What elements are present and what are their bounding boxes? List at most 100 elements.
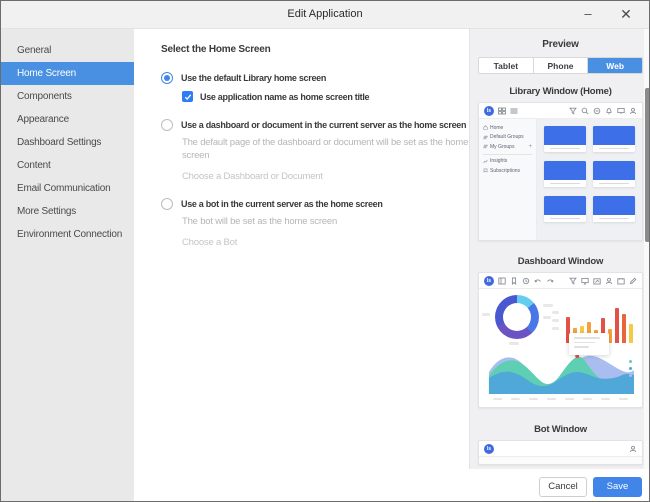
app-logo: ls: [484, 106, 494, 116]
add-group-icon: +: [528, 144, 532, 150]
settings-nav: General Home Screen Components Appearanc…: [1, 29, 134, 502]
sidebar-item-home-screen[interactable]: Home Screen: [1, 62, 134, 85]
group-icon: [483, 144, 488, 149]
undo-icon: [534, 277, 542, 285]
chart-label-placeholder: [482, 313, 490, 316]
area-legend-dots: [629, 360, 632, 377]
library-card: [593, 196, 635, 222]
radio-default-library-label[interactable]: Use the default Library home screen: [181, 73, 326, 83]
redo-icon: [546, 277, 554, 285]
sidebar-item-appearance[interactable]: Appearance: [1, 108, 134, 131]
checkbox-app-name-title-label[interactable]: Use application name as home screen titl…: [200, 92, 369, 102]
grid-view-icon: [498, 107, 506, 115]
chart-label-placeholder: [543, 316, 551, 319]
list-view-icon: [510, 107, 518, 115]
bot-preview-body: [479, 457, 642, 465]
option-bot: Use a bot in the current server as the h…: [161, 198, 469, 248]
history-icon: [522, 277, 530, 285]
close-button[interactable]: ✕: [613, 1, 639, 28]
sidebar-item-general[interactable]: General: [1, 39, 134, 62]
area-chart: [487, 346, 634, 396]
app-logo: ls: [484, 276, 494, 286]
dashboard-window-preview: ls: [478, 272, 643, 408]
panel-scrollbar-thumb[interactable]: [645, 88, 650, 242]
insights-icon: [483, 159, 488, 164]
preview-title: Preview: [470, 39, 650, 50]
page-title: Select the Home Screen: [161, 44, 469, 55]
edit-application-dialog: Edit Application – ✕ General Home Screen…: [0, 0, 650, 502]
x-axis-placeholders: [493, 398, 628, 400]
divider: [483, 154, 532, 155]
home-screen-settings: Select the Home Screen Use the default L…: [134, 29, 469, 469]
calendar-icon: [617, 277, 625, 285]
radio-bot[interactable]: [161, 198, 173, 210]
radio-default-library[interactable]: [161, 72, 173, 84]
search-icon: [581, 107, 589, 115]
dashboard-preview-charts: [479, 289, 642, 346]
bot-window-preview: ls: [478, 440, 643, 465]
library-window-label: Library Window (Home): [470, 86, 650, 97]
radio-dashboard-document[interactable]: [161, 119, 173, 131]
choose-bot-link[interactable]: Choose a Bot: [182, 237, 469, 248]
library-preview-grid: [537, 119, 642, 241]
library-nav-default-groups: Default Groups: [483, 133, 536, 143]
dashboard-preview-toolbar: ls: [479, 273, 642, 289]
option-dashboard-description: The default page of the dashboard or doc…: [182, 136, 469, 162]
cancel-button[interactable]: Cancel: [539, 477, 587, 497]
library-card: [544, 161, 586, 187]
library-card: [544, 196, 586, 222]
option-bot-description: The bot will be set as the home screen: [182, 215, 469, 228]
sidebar-item-components[interactable]: Components: [1, 85, 134, 108]
donut-chart: [495, 295, 539, 339]
chart-tooltip: [569, 333, 609, 355]
tab-web[interactable]: Web: [588, 58, 642, 73]
notifications-icon: [605, 107, 613, 115]
option-dashboard-document: Use a dashboard or document in the curre…: [161, 119, 469, 182]
library-card: [593, 161, 635, 187]
library-preview-toolbar: ls: [479, 103, 642, 119]
library-window-preview: ls Home: [478, 102, 643, 241]
chart-axis-placeholder: [552, 311, 559, 314]
option-default-library: Use the default Library home screen Use …: [161, 72, 469, 102]
edit-icon: [629, 277, 637, 285]
account-icon: [629, 445, 637, 453]
radio-bot-label[interactable]: Use a bot in the current server as the h…: [181, 199, 383, 209]
sidebar-item-dashboard-settings[interactable]: Dashboard Settings: [1, 131, 134, 154]
minimize-button[interactable]: –: [575, 1, 601, 28]
toc-icon: [498, 277, 506, 285]
library-card: [544, 126, 586, 152]
chart-label-placeholder: [509, 342, 519, 345]
library-nav-subscriptions: Subscriptions: [483, 166, 536, 176]
user-icon: [605, 277, 613, 285]
bot-window-label: Bot Window: [470, 424, 650, 435]
sidebar-item-more-settings[interactable]: More Settings: [1, 200, 134, 223]
save-button[interactable]: Save: [593, 477, 642, 497]
library-card: [593, 126, 635, 152]
panel-scrollbar-track[interactable]: [644, 29, 650, 469]
sidebar-item-email-communication[interactable]: Email Communication: [1, 177, 134, 200]
window-title: Edit Application: [1, 1, 649, 28]
chart-label-placeholder: [543, 304, 553, 307]
check-icon: [184, 93, 192, 101]
monitor-icon: [581, 277, 589, 285]
tab-phone[interactable]: Phone: [534, 58, 589, 73]
group-icon: [483, 135, 488, 140]
sidebar-item-environment-connection[interactable]: Environment Connection: [1, 223, 134, 246]
checkbox-app-name-title[interactable]: [182, 91, 193, 102]
device-tabs: Tablet Phone Web: [478, 57, 643, 74]
chart-axis-placeholder: [552, 327, 559, 330]
subscriptions-icon: [483, 168, 488, 173]
library-nav-home: Home: [483, 123, 536, 133]
dashboard-window-label: Dashboard Window: [470, 256, 650, 267]
area-chart-svg: [487, 346, 634, 396]
sidebar-item-content[interactable]: Content: [1, 154, 134, 177]
app-logo: ls: [484, 444, 494, 454]
radio-dashboard-document-label[interactable]: Use a dashboard or document in the curre…: [181, 120, 466, 130]
preview-panel: Preview Tablet Phone Web Library Window …: [469, 29, 650, 469]
chart-axis-placeholder: [552, 319, 559, 322]
choose-dashboard-link[interactable]: Choose a Dashboard or Document: [182, 171, 469, 182]
tab-tablet[interactable]: Tablet: [479, 58, 534, 73]
filter-icon: [569, 107, 577, 115]
library-preview-sidebar: Home Default Groups My Groups + Insi: [479, 119, 537, 241]
dialog-footer: Cancel Save: [134, 469, 650, 502]
